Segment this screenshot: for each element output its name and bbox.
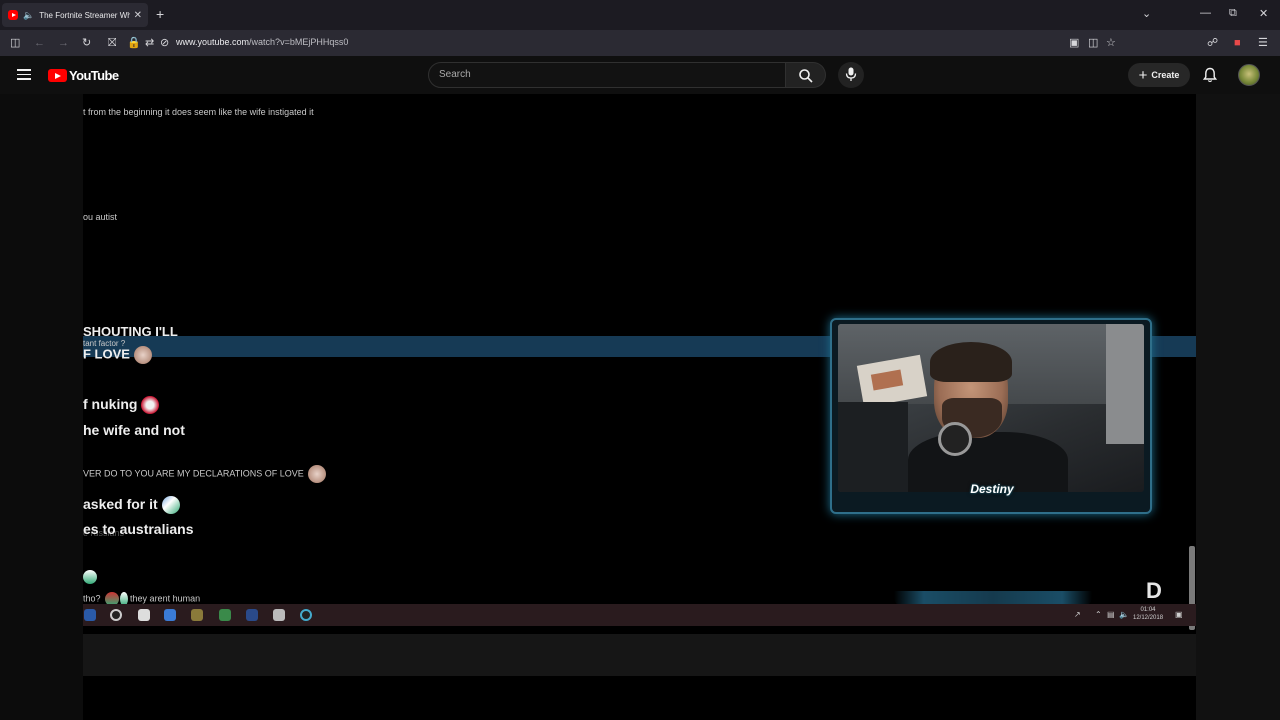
tray-icon: ↗ — [1074, 610, 1081, 619]
video-right-margin — [1196, 94, 1280, 720]
chat-message: SHOUTING I'LL — [83, 324, 178, 339]
youtube-header: YouTube Search + Create — [0, 56, 1280, 94]
emote-icon — [133, 346, 152, 364]
chat-message: F LOVE — [83, 346, 152, 364]
clock-date: 12/12/2018 — [1133, 615, 1164, 621]
reload-icon[interactable]: ↻ — [82, 36, 91, 50]
chat-message: f nuking — [83, 396, 160, 415]
video-left-margin — [0, 94, 83, 720]
voice-search-button[interactable] — [838, 62, 864, 88]
destiny-logo-icon: D — [1146, 578, 1162, 603]
app-icon — [191, 609, 203, 621]
youtube-logo[interactable]: YouTube — [48, 68, 119, 83]
youtube-favicon-icon — [8, 10, 18, 20]
action-center-icon: ▣ — [1175, 610, 1183, 619]
chat-message: he wife and not — [83, 422, 185, 438]
permissions-icon[interactable]: ⇄ — [145, 36, 154, 50]
url-domain: www.youtube.com — [176, 37, 250, 47]
chat-message — [83, 568, 97, 586]
emote-icon — [307, 465, 326, 483]
chat-message: es to australians — [83, 521, 194, 537]
tray-chevron-icon: ⌃ — [1095, 610, 1102, 619]
app-icon — [219, 609, 231, 621]
minimize-icon[interactable]: — — [1200, 7, 1211, 19]
webcam-feed — [838, 324, 1144, 492]
chat-message: asked for it — [83, 496, 180, 515]
volume-icon: 🔈 — [1119, 610, 1129, 619]
emote-icon — [83, 569, 97, 584]
app-icon — [300, 609, 312, 621]
browser-tab[interactable]: 🔈 The Fortnite Streamer Who ✕ — [2, 3, 148, 27]
clock-time: 01:04 — [1140, 607, 1156, 613]
addon-icon[interactable]: ■ — [1234, 36, 1241, 50]
youtube-play-icon — [48, 69, 67, 82]
chat-message: t from the beginning it does seem like t… — [83, 107, 314, 117]
network-icon: ▤ — [1107, 610, 1115, 619]
search-input[interactable]: Search — [428, 62, 786, 88]
search-placeholder: Search — [439, 69, 471, 80]
emote-icon — [161, 496, 180, 515]
chat-message-text: VER DO TO YOU ARE MY DECLARATIONS OF LOV… — [83, 468, 304, 479]
shield-icon[interactable]: ⛝ — [108, 36, 116, 50]
plus-icon: + — [1138, 66, 1148, 84]
account-avatar[interactable] — [1238, 64, 1260, 86]
guide-menu-icon[interactable] — [17, 69, 31, 80]
chat-message-text: tho? — [83, 593, 101, 604]
create-button[interactable]: + Create — [1128, 63, 1190, 87]
close-tab-icon[interactable]: ✕ — [134, 10, 142, 21]
close-window-icon[interactable]: ✕ — [1259, 7, 1268, 20]
search-icon — [799, 69, 813, 83]
tab-title: The Fortnite Streamer Who — [39, 10, 130, 20]
picture-in-picture-icon[interactable]: ▣ — [1069, 36, 1079, 50]
app-icon — [246, 609, 258, 621]
streamer-name-label: Destiny — [970, 482, 1014, 496]
chat-message-text: asked for it — [83, 496, 158, 512]
create-label: Create — [1151, 70, 1180, 80]
save-to-pocket-icon[interactable]: ◫ — [1088, 36, 1098, 50]
forward-icon[interactable]: → — [58, 36, 69, 50]
sidebar-toggle-icon[interactable]: ◫ — [10, 36, 20, 50]
browser-nav-bar: ◫ ← → ↻ ⛝ 🔒 ⇄ ⊘ www.youtube.com/watch?v=… — [0, 30, 1280, 56]
app-icon — [138, 609, 150, 621]
app-icon — [164, 609, 176, 621]
speaker-icon[interactable]: 🔈 — [23, 10, 34, 21]
restore-icon[interactable]: ⧉ — [1229, 7, 1237, 20]
lock-icon[interactable]: 🔒 — [127, 36, 141, 50]
app-icon — [110, 609, 122, 621]
tab-list-chevron-icon[interactable]: ⌄ — [1142, 7, 1151, 20]
menu-icon[interactable]: ☰ — [1258, 36, 1268, 50]
app-window: 🔈 The Fortnite Streamer Who ✕ + ⌄ — ⧉ ✕ … — [0, 0, 1280, 720]
autoplay-blocked-icon[interactable]: ⊘ — [160, 36, 169, 50]
microphone-icon — [845, 67, 857, 81]
santa-emote-icon — [141, 396, 160, 415]
chat-message-text: f nuking — [83, 396, 138, 412]
system-clock: 01:04 12/12/2018 — [1133, 606, 1163, 622]
bookmark-star-icon[interactable]: ☆ — [1106, 36, 1116, 50]
notifications-bell-icon[interactable] — [1202, 67, 1218, 83]
extensions-icon[interactable]: ☍ — [1207, 36, 1218, 50]
youtube-logo-text: YouTube — [69, 68, 119, 83]
chat-message: VER DO TO YOU ARE MY DECLARATIONS OF LOV… — [83, 465, 326, 483]
chat-message: ou autist — [83, 212, 118, 222]
search-button[interactable] — [786, 62, 826, 88]
url-path: /watch?v=bMEjPHHqss0 — [249, 37, 349, 47]
back-icon[interactable]: ← — [34, 36, 45, 50]
address-bar[interactable]: www.youtube.com/watch?v=bMEjPHHqss0 — [176, 37, 348, 47]
app-icon — [273, 609, 285, 621]
chat-input-band — [83, 634, 1196, 676]
new-tab-icon[interactable]: + — [156, 6, 164, 22]
chat-message-text: they arent human — [130, 593, 201, 604]
video-taskbar: ↗ ⌃ ▤ 🔈 01:04 12/12/2018 ▣ — [83, 604, 1196, 626]
app-icon — [84, 609, 96, 621]
chat-message-text: F LOVE — [83, 346, 130, 362]
browser-tab-bar: 🔈 The Fortnite Streamer Who ✕ + ⌄ — ⧉ ✕ — [0, 0, 1280, 30]
